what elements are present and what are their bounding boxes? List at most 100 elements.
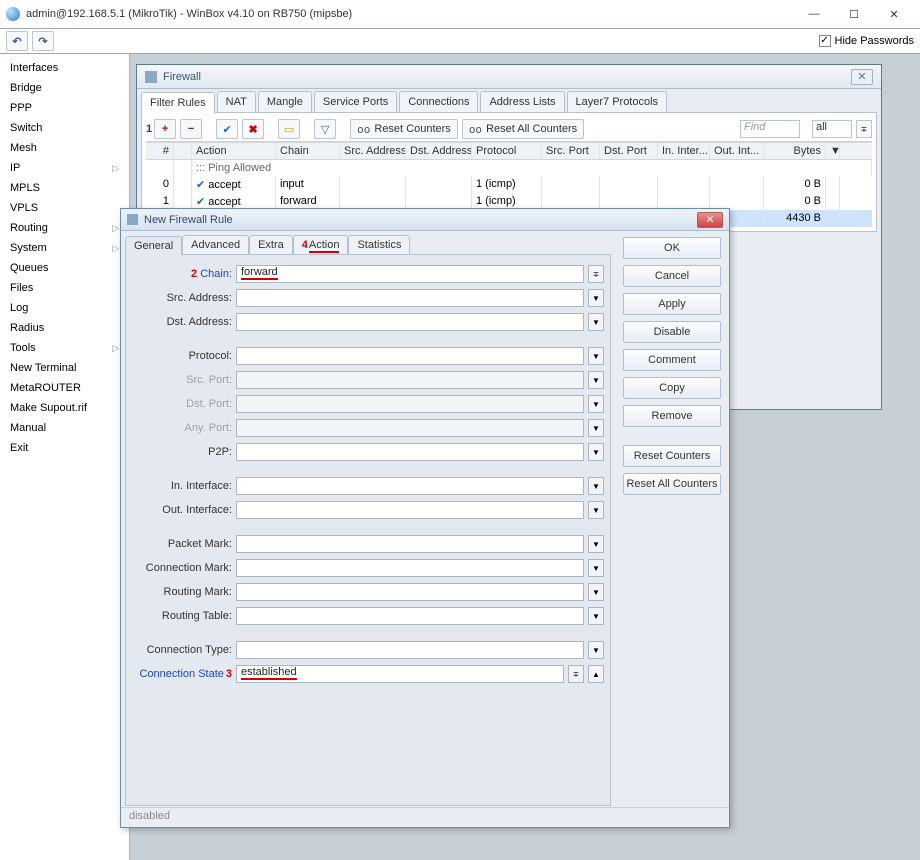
dialog-titlebar[interactable]: New Firewall Rule ✕ — [121, 209, 729, 231]
sidebar-item-radius[interactable]: Radius — [0, 318, 129, 338]
column-header[interactable]: Src. Port — [542, 143, 600, 159]
routing-mark-toggle[interactable]: ▼ — [588, 583, 604, 601]
p2p-input[interactable] — [236, 443, 584, 461]
connection-mark-input[interactable] — [236, 559, 584, 577]
firewall-titlebar[interactable]: Firewall ✕ — [137, 65, 881, 89]
add-button[interactable]: + — [154, 119, 176, 139]
apply-button[interactable]: Apply — [623, 293, 721, 315]
column-header[interactable]: In. Inter... — [658, 143, 710, 159]
cancel-button[interactable]: Cancel — [623, 265, 721, 287]
dst-address-toggle[interactable]: ▼ — [588, 313, 604, 331]
columns-menu-icon[interactable]: ▼ — [826, 143, 840, 159]
connection-mark-toggle[interactable]: ▼ — [588, 559, 604, 577]
hide-passwords-checkbox[interactable] — [819, 35, 831, 47]
sidebar-item-metarouter[interactable]: MetaROUTER — [0, 378, 129, 398]
remove-button[interactable]: − — [180, 119, 202, 139]
connection-type-toggle[interactable]: ▼ — [588, 641, 604, 659]
chain-filter-dropdown[interactable]: ∓ — [856, 120, 872, 138]
column-header[interactable]: Chain — [276, 143, 340, 159]
routing-table-input[interactable] — [236, 607, 584, 625]
filter-button[interactable]: ▽ — [314, 119, 336, 139]
packet-mark-toggle[interactable]: ▼ — [588, 535, 604, 553]
in-interface-toggle[interactable]: ▼ — [588, 477, 604, 495]
dialog-tab-general[interactable]: General — [125, 236, 182, 255]
sidebar-item-new-terminal[interactable]: New Terminal — [0, 358, 129, 378]
p2p-toggle[interactable]: ▼ — [588, 443, 604, 461]
column-header[interactable]: Action — [192, 143, 276, 159]
firewall-table-header[interactable]: # ActionChainSrc. AddressDst. AddressProt… — [146, 143, 872, 160]
connection-state-collapse[interactable]: ▲ — [588, 665, 604, 683]
src-address-toggle[interactable]: ▼ — [588, 289, 604, 307]
sidebar-item-mesh[interactable]: Mesh — [0, 138, 129, 158]
sidebar-item-bridge[interactable]: Bridge — [0, 78, 129, 98]
column-header[interactable]: # — [146, 143, 174, 159]
dialog-close-button[interactable]: ✕ — [697, 212, 723, 228]
firewall-tab-nat[interactable]: NAT — [217, 91, 256, 112]
sidebar-item-vpls[interactable]: VPLS — [0, 198, 129, 218]
firewall-tab-connections[interactable]: Connections — [399, 91, 478, 112]
sidebar-item-system[interactable]: System▷ — [0, 238, 129, 258]
comment-button[interactable]: Comment — [623, 349, 721, 371]
column-header[interactable]: Protocol — [472, 143, 542, 159]
protocol-toggle[interactable]: ▼ — [588, 347, 604, 365]
reset-all-counters-button[interactable]: Reset All Counters — [623, 473, 721, 495]
window-maximize[interactable]: ☐ — [834, 2, 874, 26]
sidebar-item-log[interactable]: Log — [0, 298, 129, 318]
sidebar-item-manual[interactable]: Manual — [0, 418, 129, 438]
column-header[interactable]: Dst. Port — [600, 143, 658, 159]
sidebar-item-tools[interactable]: Tools▷ — [0, 338, 129, 358]
out-interface-toggle[interactable]: ▼ — [588, 501, 604, 519]
sidebar-item-ip[interactable]: IP▷ — [0, 158, 129, 178]
sidebar-item-exit[interactable]: Exit — [0, 438, 129, 458]
column-header[interactable]: Bytes — [764, 143, 826, 159]
remove-button[interactable]: Remove — [623, 405, 721, 427]
sidebar-item-interfaces[interactable]: Interfaces — [0, 58, 129, 78]
connection-state-dropdown[interactable]: ∓ — [568, 665, 584, 683]
firewall-tab-layer7-protocols[interactable]: Layer7 Protocols — [567, 91, 668, 112]
packet-mark-input[interactable] — [236, 535, 584, 553]
sidebar-item-mpls[interactable]: MPLS — [0, 178, 129, 198]
src-address-input[interactable] — [236, 289, 584, 307]
window-minimize[interactable]: — — [794, 2, 834, 26]
dst-address-input[interactable] — [236, 313, 584, 331]
chain-dropdown[interactable]: ∓ — [588, 265, 604, 283]
any-port-toggle[interactable]: ▼ — [588, 419, 604, 437]
copy-button[interactable]: Copy — [623, 377, 721, 399]
ok-button[interactable]: OK — [623, 237, 721, 259]
firewall-tab-address-lists[interactable]: Address Lists — [480, 91, 564, 112]
disable-button[interactable]: ✖ — [242, 119, 264, 139]
sidebar-item-make-supout-rif[interactable]: Make Supout.rif — [0, 398, 129, 418]
src-port-toggle[interactable]: ▼ — [588, 371, 604, 389]
sidebar-item-routing[interactable]: Routing▷ — [0, 218, 129, 238]
reset-all-counters-button[interactable]: ooReset All Counters — [462, 119, 584, 139]
chain-input[interactable]: forward — [236, 265, 584, 283]
sidebar-item-ppp[interactable]: PPP — [0, 98, 129, 118]
redo-button[interactable]: ↷ — [32, 31, 54, 51]
protocol-input[interactable] — [236, 347, 584, 365]
dialog-tab-advanced[interactable]: Advanced — [182, 235, 249, 254]
chain-filter-select[interactable]: all — [812, 120, 852, 138]
dialog-tab-statistics[interactable]: Statistics — [348, 235, 410, 254]
routing-mark-input[interactable] — [236, 583, 584, 601]
enable-button[interactable]: ✔ — [216, 119, 238, 139]
sidebar-item-switch[interactable]: Switch — [0, 118, 129, 138]
column-header[interactable] — [174, 143, 192, 159]
sidebar-item-queues[interactable]: Queues — [0, 258, 129, 278]
reset-counters-button[interactable]: ooReset Counters — [350, 119, 458, 139]
table-comment-row[interactable]: ::: Ping Allowed — [146, 160, 872, 176]
disable-button[interactable]: Disable — [623, 321, 721, 343]
column-header[interactable]: Src. Address — [340, 143, 406, 159]
column-header[interactable]: Dst. Address — [406, 143, 472, 159]
reset-counters-button[interactable]: Reset Counters — [623, 445, 721, 467]
column-header[interactable]: Out. Int... — [710, 143, 764, 159]
dst-port-toggle[interactable]: ▼ — [588, 395, 604, 413]
firewall-tab-service-ports[interactable]: Service Ports — [314, 91, 397, 112]
dialog-tab-action[interactable]: 4Action — [293, 235, 349, 254]
firewall-tab-filter-rules[interactable]: Filter Rules — [141, 92, 215, 113]
connection-type-input[interactable] — [236, 641, 584, 659]
out-interface-input[interactable] — [236, 501, 584, 519]
routing-table-toggle[interactable]: ▼ — [588, 607, 604, 625]
firewall-tab-mangle[interactable]: Mangle — [258, 91, 312, 112]
in-interface-input[interactable] — [236, 477, 584, 495]
table-row[interactable]: 0✔acceptinput1 (icmp)0 B — [146, 176, 872, 193]
